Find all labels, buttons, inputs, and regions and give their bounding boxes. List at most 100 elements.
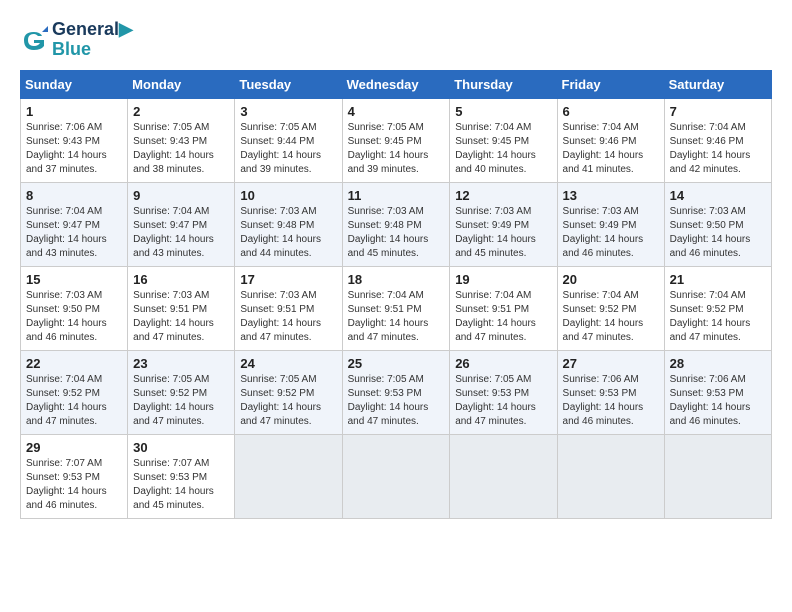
day-number: 18: [348, 272, 445, 287]
day-number: 12: [455, 188, 551, 203]
day-number: 1: [26, 104, 122, 119]
calendar-cell: 1 Sunrise: 7:06 AMSunset: 9:43 PMDaylight…: [21, 98, 128, 182]
day-info: Sunrise: 7:03 AMSunset: 9:49 PMDaylight:…: [455, 205, 551, 261]
day-number: 26: [455, 356, 551, 371]
calendar-cell: 30Sunrise: 7:07 AMSunset: 9:53 PMDayligh…: [128, 434, 235, 518]
day-info: Sunrise: 7:04 AMSunset: 9:45 PMDaylight:…: [455, 121, 551, 177]
calendar-cell: 19 Sunrise: 7:04 AMSunset: 9:51 PMDayligh…: [450, 266, 557, 350]
day-number: 9: [133, 188, 229, 203]
day-info: Sunrise: 7:05 AMSunset: 9:45 PMDaylight:…: [348, 121, 445, 177]
day-number: 23: [133, 356, 229, 371]
calendar-cell: 24 Sunrise: 7:05 AMSunset: 9:52 PMDayligh…: [235, 350, 342, 434]
day-info: Sunrise: 7:04 AMSunset: 9:51 PMDaylight:…: [348, 289, 445, 345]
calendar-cell: 18 Sunrise: 7:04 AMSunset: 9:51 PMDayligh…: [342, 266, 450, 350]
day-info: Sunrise: 7:05 AMSunset: 9:53 PMDaylight:…: [455, 373, 551, 429]
calendar-week-row: 8 Sunrise: 7:04 AMSunset: 9:47 PMDaylight…: [21, 182, 772, 266]
day-number: 6: [563, 104, 659, 119]
calendar-cell: 12 Sunrise: 7:03 AMSunset: 9:49 PMDayligh…: [450, 182, 557, 266]
weekday-header-row: SundayMondayTuesdayWednesdayThursdayFrid…: [21, 70, 772, 98]
day-number: 13: [563, 188, 659, 203]
calendar-cell: 26 Sunrise: 7:05 AMSunset: 9:53 PMDayligh…: [450, 350, 557, 434]
day-number: 24: [240, 356, 336, 371]
calendar-week-row: 1 Sunrise: 7:06 AMSunset: 9:43 PMDaylight…: [21, 98, 772, 182]
day-info: Sunrise: 7:05 AMSunset: 9:43 PMDaylight:…: [133, 121, 229, 177]
calendar-cell: 3 Sunrise: 7:05 AMSunset: 9:44 PMDaylight…: [235, 98, 342, 182]
day-number: 10: [240, 188, 336, 203]
day-info: Sunrise: 7:03 AMSunset: 9:51 PMDaylight:…: [133, 289, 229, 345]
day-number: 20: [563, 272, 659, 287]
day-info: Sunrise: 7:05 AMSunset: 9:52 PMDaylight:…: [133, 373, 229, 429]
calendar-cell: 27 Sunrise: 7:06 AMSunset: 9:53 PMDayligh…: [557, 350, 664, 434]
day-number: 17: [240, 272, 336, 287]
day-info: Sunrise: 7:05 AMSunset: 9:53 PMDaylight:…: [348, 373, 445, 429]
calendar-cell: 16 Sunrise: 7:03 AMSunset: 9:51 PMDayligh…: [128, 266, 235, 350]
calendar-cell: [450, 434, 557, 518]
day-number: 4: [348, 104, 445, 119]
day-number: 11: [348, 188, 445, 203]
day-number: 22: [26, 356, 122, 371]
day-info: Sunrise: 7:04 AMSunset: 9:51 PMDaylight:…: [455, 289, 551, 345]
day-info: Sunrise: 7:04 AMSunset: 9:46 PMDaylight:…: [670, 121, 766, 177]
calendar-cell: [342, 434, 450, 518]
calendar-cell: [557, 434, 664, 518]
day-info: Sunrise: 7:04 AMSunset: 9:52 PMDaylight:…: [563, 289, 659, 345]
day-number: 2: [133, 104, 229, 119]
day-number: 14: [670, 188, 766, 203]
calendar-cell: 14 Sunrise: 7:03 AMSunset: 9:50 PMDayligh…: [664, 182, 771, 266]
weekday-header-saturday: Saturday: [664, 70, 771, 98]
calendar-cell: 13Sunrise: 7:03 AMSunset: 9:49 PMDayligh…: [557, 182, 664, 266]
day-info: Sunrise: 7:05 AMSunset: 9:52 PMDaylight:…: [240, 373, 336, 429]
weekday-header-wednesday: Wednesday: [342, 70, 450, 98]
calendar-cell: 2 Sunrise: 7:05 AMSunset: 9:43 PMDaylight…: [128, 98, 235, 182]
day-number: 28: [670, 356, 766, 371]
calendar-cell: 11 Sunrise: 7:03 AMSunset: 9:48 PMDayligh…: [342, 182, 450, 266]
logo-text: General▶ Blue: [52, 20, 133, 60]
calendar-cell: 29Sunrise: 7:07 AMSunset: 9:53 PMDayligh…: [21, 434, 128, 518]
calendar-cell: 10 Sunrise: 7:03 AMSunset: 9:48 PMDayligh…: [235, 182, 342, 266]
page-header: General▶ Blue: [20, 20, 772, 60]
calendar-cell: 28 Sunrise: 7:06 AMSunset: 9:53 PMDayligh…: [664, 350, 771, 434]
calendar-cell: 6 Sunrise: 7:04 AMSunset: 9:46 PMDaylight…: [557, 98, 664, 182]
day-info: Sunrise: 7:05 AMSunset: 9:44 PMDaylight:…: [240, 121, 336, 177]
day-number: 3: [240, 104, 336, 119]
calendar-week-row: 22 Sunrise: 7:04 AMSunset: 9:52 PMDayligh…: [21, 350, 772, 434]
day-info: Sunrise: 7:06 AMSunset: 9:43 PMDaylight:…: [26, 121, 122, 177]
day-info: Sunrise: 7:04 AMSunset: 9:47 PMDaylight:…: [26, 205, 122, 261]
calendar-cell: 15 Sunrise: 7:03 AMSunset: 9:50 PMDayligh…: [21, 266, 128, 350]
calendar-cell: 23 Sunrise: 7:05 AMSunset: 9:52 PMDayligh…: [128, 350, 235, 434]
day-info: Sunrise: 7:03 AMSunset: 9:50 PMDaylight:…: [670, 205, 766, 261]
calendar-cell: 8 Sunrise: 7:04 AMSunset: 9:47 PMDaylight…: [21, 182, 128, 266]
calendar-cell: 7 Sunrise: 7:04 AMSunset: 9:46 PMDaylight…: [664, 98, 771, 182]
calendar-cell: 17Sunrise: 7:03 AMSunset: 9:51 PMDayligh…: [235, 266, 342, 350]
calendar-cell: 21Sunrise: 7:04 AMSunset: 9:52 PMDayligh…: [664, 266, 771, 350]
day-info: Sunrise: 7:07 AMSunset: 9:53 PMDaylight:…: [133, 457, 229, 513]
calendar-cell: 4 Sunrise: 7:05 AMSunset: 9:45 PMDaylight…: [342, 98, 450, 182]
weekday-header-tuesday: Tuesday: [235, 70, 342, 98]
day-info: Sunrise: 7:03 AMSunset: 9:50 PMDaylight:…: [26, 289, 122, 345]
day-number: 16: [133, 272, 229, 287]
calendar-cell: 25Sunrise: 7:05 AMSunset: 9:53 PMDayligh…: [342, 350, 450, 434]
day-info: Sunrise: 7:04 AMSunset: 9:52 PMDaylight:…: [26, 373, 122, 429]
day-info: Sunrise: 7:06 AMSunset: 9:53 PMDaylight:…: [563, 373, 659, 429]
calendar-table: SundayMondayTuesdayWednesdayThursdayFrid…: [20, 70, 772, 519]
weekday-header-friday: Friday: [557, 70, 664, 98]
day-number: 27: [563, 356, 659, 371]
calendar-cell: [664, 434, 771, 518]
day-info: Sunrise: 7:04 AMSunset: 9:52 PMDaylight:…: [670, 289, 766, 345]
day-info: Sunrise: 7:06 AMSunset: 9:53 PMDaylight:…: [670, 373, 766, 429]
calendar-week-row: 15 Sunrise: 7:03 AMSunset: 9:50 PMDayligh…: [21, 266, 772, 350]
day-number: 8: [26, 188, 122, 203]
calendar-cell: 22 Sunrise: 7:04 AMSunset: 9:52 PMDayligh…: [21, 350, 128, 434]
day-info: Sunrise: 7:03 AMSunset: 9:48 PMDaylight:…: [240, 205, 336, 261]
day-number: 15: [26, 272, 122, 287]
weekday-header-sunday: Sunday: [21, 70, 128, 98]
calendar-cell: [235, 434, 342, 518]
day-info: Sunrise: 7:07 AMSunset: 9:53 PMDaylight:…: [26, 457, 122, 513]
day-number: 19: [455, 272, 551, 287]
weekday-header-thursday: Thursday: [450, 70, 557, 98]
day-info: Sunrise: 7:03 AMSunset: 9:48 PMDaylight:…: [348, 205, 445, 261]
weekday-header-monday: Monday: [128, 70, 235, 98]
day-number: 7: [670, 104, 766, 119]
day-info: Sunrise: 7:04 AMSunset: 9:46 PMDaylight:…: [563, 121, 659, 177]
day-info: Sunrise: 7:04 AMSunset: 9:47 PMDaylight:…: [133, 205, 229, 261]
